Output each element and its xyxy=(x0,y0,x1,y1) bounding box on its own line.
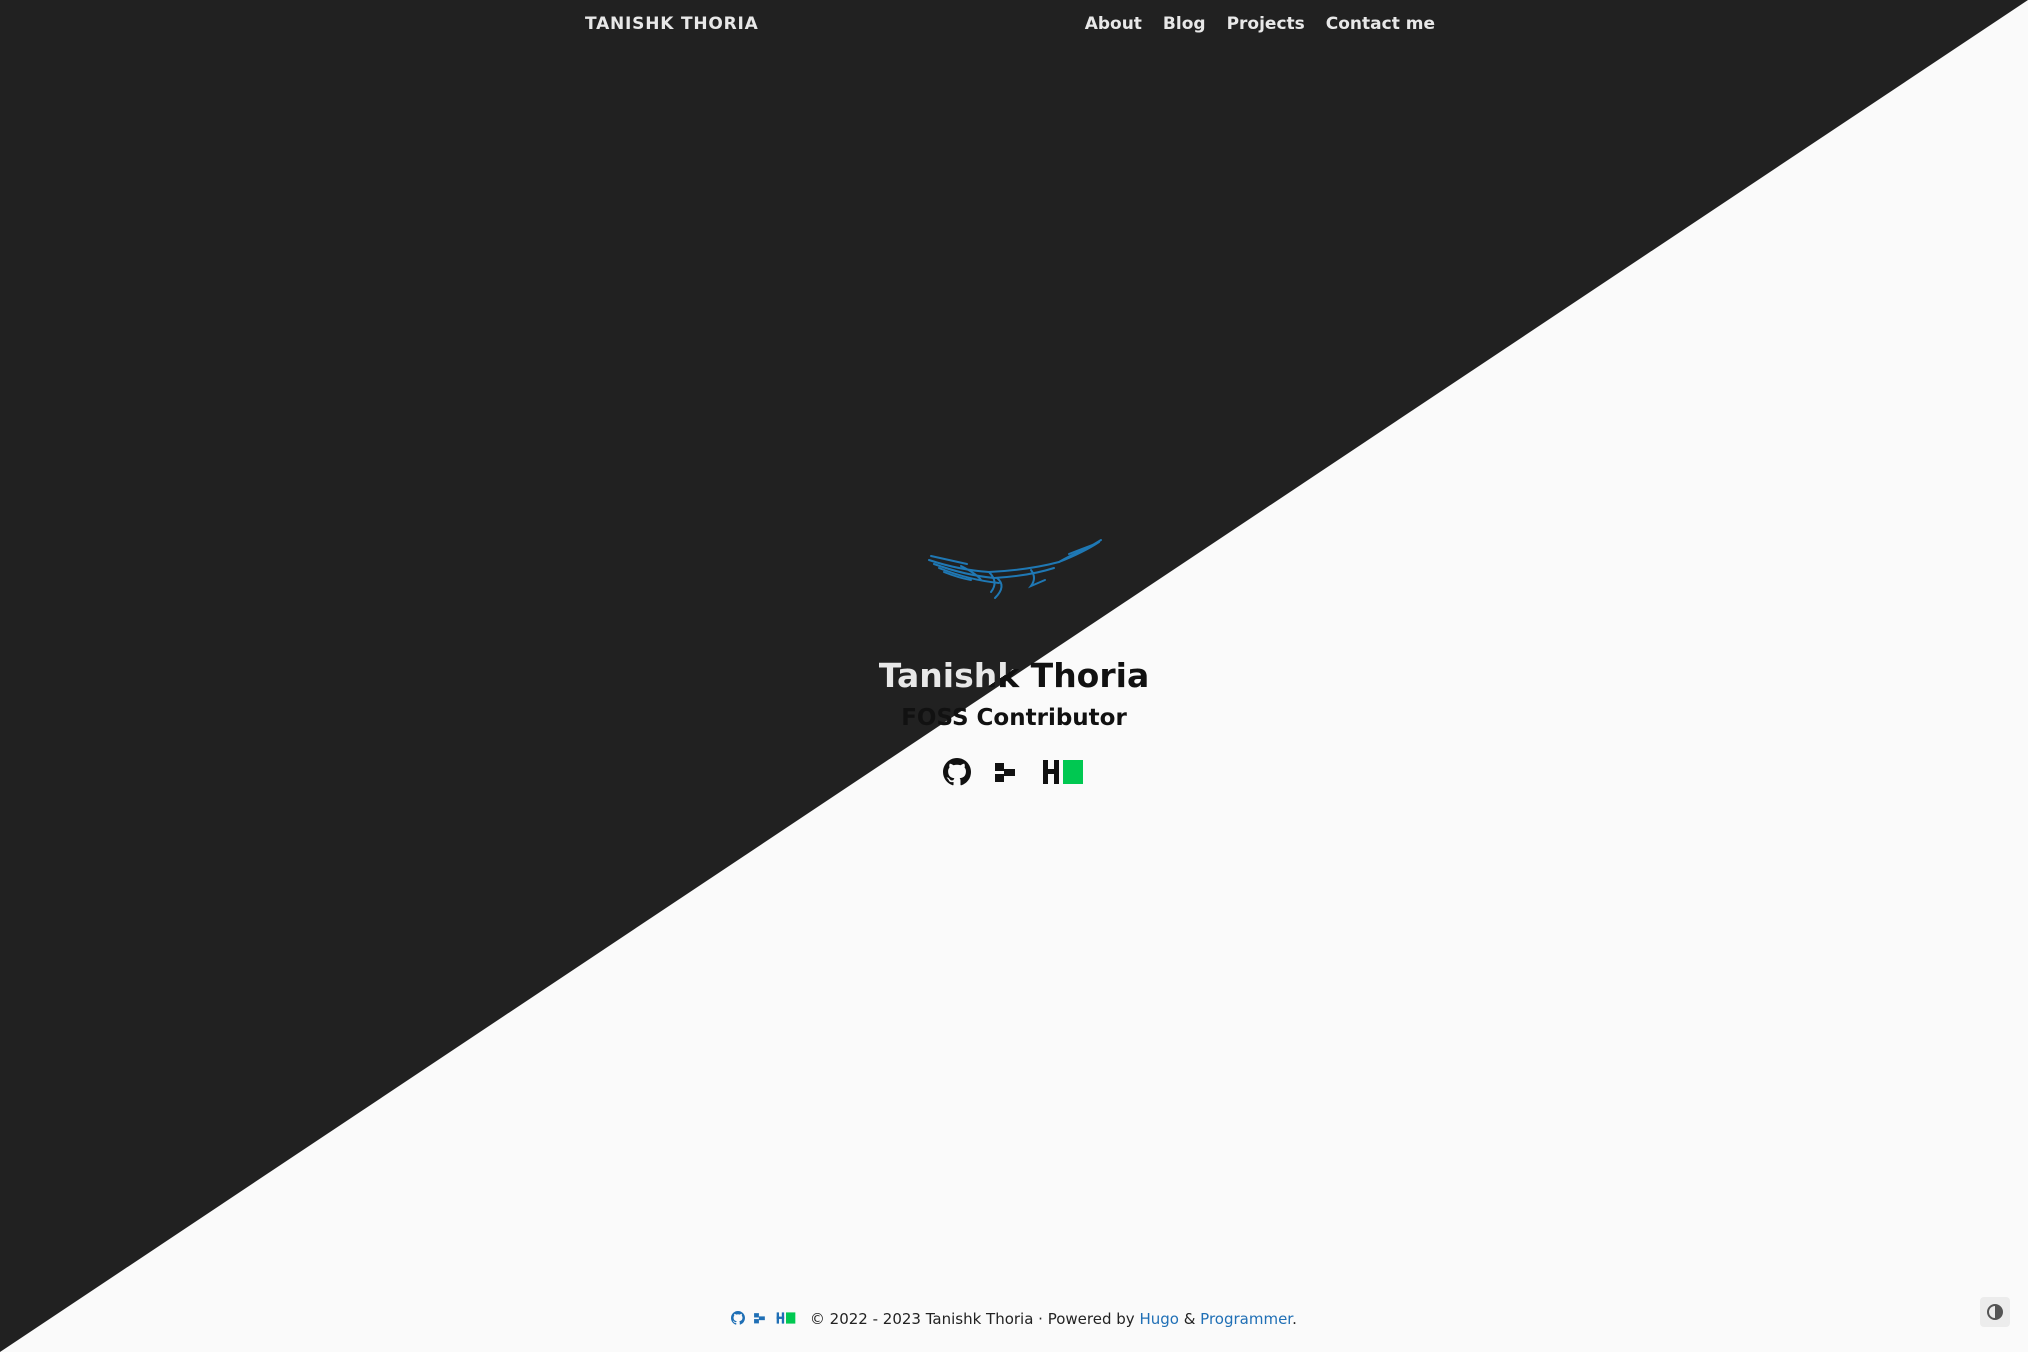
hero: Tanishk Thoria FOSS Contributor xyxy=(0,530,2028,787)
footer-copyright: © 2022 - 2023 Tanishk Thoria · Powered b… xyxy=(809,1310,1140,1328)
eagle-logo xyxy=(928,539,1102,599)
footer-hashnode-link[interactable] xyxy=(775,1311,797,1329)
github-icon xyxy=(943,758,971,786)
site-title-link[interactable]: TANISHK THORIA xyxy=(585,14,759,34)
github-icon xyxy=(731,1310,746,1325)
footer-social-icons xyxy=(731,1310,797,1329)
theme-toggle-button[interactable] xyxy=(1980,1297,2010,1327)
site-header: TANISHK THORIA About Blog Projects Conta… xyxy=(0,0,2028,48)
hero-subtitle: FOSS Contributor xyxy=(901,705,1127,731)
nav-contact[interactable]: Contact me xyxy=(1326,14,1435,34)
main-nav: About Blog Projects Contact me xyxy=(1085,14,1435,34)
dev-icon xyxy=(995,763,1015,782)
footer-programmer-link[interactable]: Programmer xyxy=(1200,1310,1292,1328)
nav-projects[interactable]: Projects xyxy=(1227,14,1305,34)
hashnode-icon xyxy=(1043,760,1083,784)
devto-link[interactable] xyxy=(993,759,1019,785)
hero-name: Tanishk Thoria xyxy=(878,656,1150,695)
footer-period: . xyxy=(1292,1310,1297,1328)
hashnode-link[interactable] xyxy=(1041,757,1085,787)
footer-amp: & xyxy=(1178,1310,1201,1328)
nav-about[interactable]: About xyxy=(1085,14,1142,34)
footer-hugo-link[interactable]: Hugo xyxy=(1139,1310,1179,1328)
social-links xyxy=(0,757,2028,787)
footer-devto-link[interactable] xyxy=(753,1311,767,1329)
github-link[interactable] xyxy=(943,758,971,786)
contrast-icon xyxy=(1987,1304,2003,1320)
footer-github-link[interactable] xyxy=(731,1310,746,1329)
nav-blog[interactable]: Blog xyxy=(1163,14,1206,34)
site-footer: © 2022 - 2023 Tanishk Thoria · Powered b… xyxy=(0,1310,2028,1329)
dev-icon xyxy=(754,1312,765,1323)
hashnode-icon xyxy=(776,1311,796,1324)
